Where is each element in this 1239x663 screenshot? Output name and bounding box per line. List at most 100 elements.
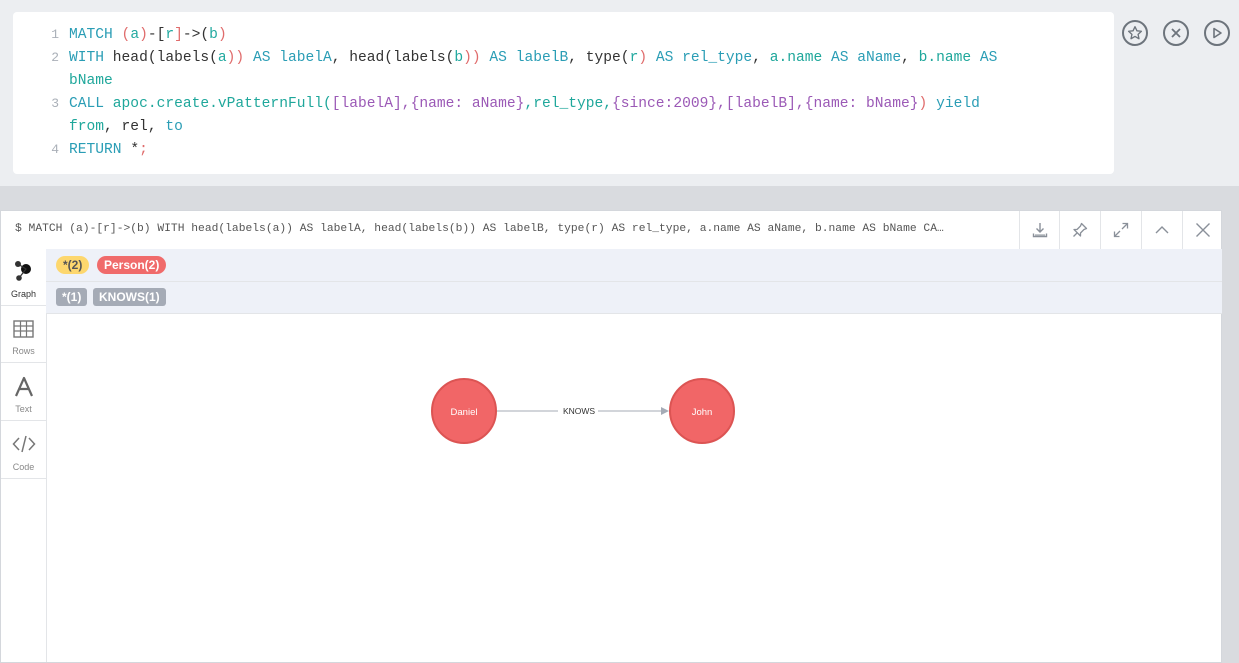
view-tab-graph[interactable]: Graph [1,249,46,306]
code-token: yield [936,96,980,112]
code-token: * [130,142,140,158]
code-token: ->( [182,27,210,43]
graph-visualization[interactable]: KNOWS Daniel John [46,313,1222,662]
code-token: b [454,50,464,66]
code-token: {name: bName} [804,96,919,112]
view-tab-code[interactable]: Code [1,422,46,479]
run-button[interactable] [1204,20,1230,46]
rel-type-all-badge[interactable]: *(1) [56,288,88,306]
result-frame: $ MATCH (a)-[r]->(b) WITH head(labels(a)… [0,210,1222,663]
code-token: ( [121,27,131,43]
graph-node-john[interactable]: John [669,378,735,444]
line-number: 4 [51,142,59,157]
fullscreen-button[interactable] [1100,211,1140,249]
code-token: , head(labels( [331,50,455,66]
line-number: 1 [51,27,59,42]
pin-icon [1072,222,1087,237]
view-tab-label: Rows [12,346,35,356]
view-tab-label: Text [15,404,32,414]
code-token: AS [979,50,998,66]
code-token: apoc.create.vPatternFull( [112,96,332,112]
relationship-legend-row: *(1) KNOWS(1) [46,281,1222,313]
pin-button[interactable] [1059,211,1099,249]
code-text: bName [69,70,113,92]
text-icon [14,376,34,397]
node-label-all-badge[interactable]: *(2) [56,256,90,274]
code-token: to [165,119,183,135]
query-editor[interactable]: 1 MATCH (a)-[r]->(b) 2 WITH head(labels(a))… [13,12,1114,174]
code-token: a.name [769,50,832,66]
code-token: b.name [918,50,980,66]
code-token: -[ [147,27,166,43]
code-token: , rel, [104,119,166,135]
code-token: AS aName [831,50,902,66]
graph-legend: *(2) Person(2) *(1) KNOWS(1) [46,249,1222,314]
code-token: head(labels( [112,50,218,66]
code-token: a [130,27,140,43]
favorite-button[interactable] [1122,20,1148,46]
code-token: )) [226,50,253,66]
code-token: ] [174,27,183,43]
code-text: from, rel, to [69,116,183,138]
code-token: ) [217,27,227,43]
view-tab-rows[interactable]: Rows [1,306,46,363]
view-sidebar: Graph Rows Text Code [1,249,47,662]
graph-canvas[interactable]: KNOWS Daniel John [46,313,1222,662]
code-token: ; [139,142,148,158]
code-token: ) [139,27,148,43]
code-token: AS rel_type [655,50,753,66]
code-token: ,[labelB], [717,96,805,112]
view-tab-text[interactable]: Text [1,364,46,421]
code-token: , [901,50,919,66]
collapse-button[interactable] [1141,211,1181,249]
code-token: MATCH [69,27,122,43]
line-number: 2 [51,50,59,65]
close-circle-icon [1171,28,1181,38]
line-number: 3 [51,96,59,111]
query-summary[interactable]: $ MATCH (a)-[r]->(b) WITH head(labels(a)… [15,223,995,235]
code-token: ) [918,96,937,112]
relationship-label: KNOWS [563,406,595,416]
collapse-up-icon [1155,226,1168,234]
code-token: r [165,27,175,43]
code-text: WITH head(labels(a)) AS labelA, head(lab… [69,47,997,69]
editor-band: 1 MATCH (a)-[r]->(b) 2 WITH head(labels(a))… [0,0,1239,186]
node-label-person-badge[interactable]: Person(2) [97,256,167,274]
code-token: r [629,50,639,66]
code-token: {since:2009} [612,96,718,112]
code-token: bName [69,73,113,89]
code-token: ,rel_type, [524,96,613,112]
code-text: CALL apoc.create.vPatternFull([labelA],{… [69,93,980,115]
close-icon [1195,223,1210,237]
code-token: , [752,50,770,66]
code-token: RETURN [69,142,131,158]
star-icon [1127,26,1143,40]
node-caption: Daniel [451,407,478,418]
table-icon [13,320,34,338]
code-text: RETURN *; [69,139,148,161]
node-legend-row: *(2) Person(2) [46,249,1222,282]
code-text: MATCH (a)-[r]->(b) [69,24,227,46]
code-token: a [217,50,227,66]
view-tab-label: Code [12,462,35,472]
code-token: WITH [69,50,113,66]
code-token: {name: aName} [410,96,525,112]
code-token: CALL [69,96,113,112]
close-frame-button[interactable] [1182,211,1222,249]
expand-icon [1113,222,1128,238]
clear-button[interactable] [1163,20,1189,46]
code-token: )) [463,50,490,66]
code-token: [labelA], [331,96,411,112]
rel-type-knows-badge[interactable]: KNOWS(1) [93,288,166,306]
code-token: AS labelA [252,50,332,66]
code-token: , type( [568,50,630,66]
graph-icon [15,261,31,281]
download-button[interactable] [1019,211,1059,249]
play-icon [1213,27,1222,39]
view-tab-label: Graph [10,289,36,299]
frame-header: $ MATCH (a)-[r]->(b) WITH head(labels(a)… [1,211,1221,250]
code-token: from [69,119,105,135]
code-token: b [209,27,218,43]
graph-node-daniel[interactable]: Daniel [431,378,497,444]
code-icon [12,435,36,453]
